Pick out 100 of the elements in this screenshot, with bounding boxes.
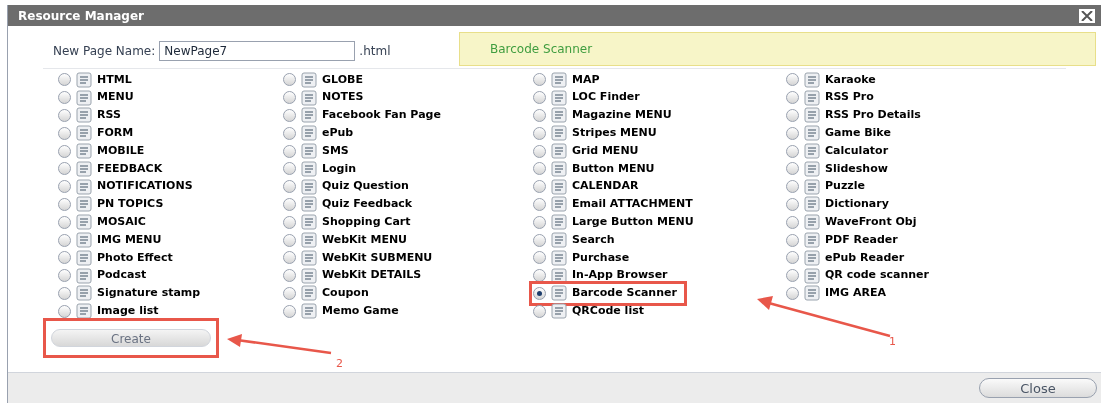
radio-button[interactable] (533, 197, 546, 211)
radio-button[interactable] (786, 215, 799, 229)
radio-button[interactable] (786, 286, 799, 300)
radio-button[interactable] (58, 144, 71, 158)
radio-button[interactable] (533, 180, 546, 194)
radio-button[interactable] (283, 162, 296, 176)
module-label: Puzzle (825, 178, 865, 195)
module-label: LOC Finder (572, 89, 640, 106)
module-label: WebKit MENU (322, 231, 408, 248)
extension-label: .html (359, 43, 391, 60)
module-label: Quiz Question (322, 178, 409, 195)
module-icon (804, 107, 820, 124)
radio-button[interactable] (58, 304, 71, 318)
radio-button[interactable] (283, 73, 296, 87)
module-label: IMG AREA (825, 285, 886, 302)
window-title: Resource Manager (18, 7, 144, 25)
module-icon (551, 160, 567, 177)
radio-button[interactable] (283, 109, 296, 122)
module-icon (301, 125, 317, 142)
radio-button[interactable] (533, 286, 546, 300)
radio-button[interactable] (786, 251, 799, 265)
module-icon (551, 232, 567, 249)
radio-button[interactable] (786, 91, 799, 105)
module-icon (301, 143, 317, 160)
module-label: FEEDBACK (97, 160, 163, 177)
radio-button[interactable] (58, 91, 71, 105)
radio-button[interactable] (283, 269, 296, 283)
module-label: Photo Effect (97, 249, 173, 266)
radio-button[interactable] (283, 91, 296, 105)
radio-button[interactable] (58, 109, 71, 122)
module-label: Calculator (825, 142, 889, 159)
radio-button[interactable] (58, 269, 71, 283)
radio-button[interactable] (533, 126, 546, 140)
module-label: Dictionary (825, 196, 889, 213)
module-label: MENU (97, 89, 134, 106)
module-label: MOBILE (97, 142, 145, 159)
radio-button[interactable] (533, 73, 546, 87)
radio-button[interactable] (58, 126, 71, 140)
module-icon (551, 303, 567, 320)
radio-button[interactable] (786, 162, 799, 176)
radio-button[interactable] (58, 162, 71, 176)
page-name-field[interactable]: NewPage7 (159, 41, 356, 61)
radio-button[interactable] (283, 304, 296, 318)
radio-button[interactable] (533, 162, 546, 176)
module-label: RSS Pro (825, 89, 874, 106)
close-icon[interactable] (1079, 8, 1095, 23)
radio-button[interactable] (786, 180, 799, 194)
module-icon (804, 249, 820, 266)
radio-button[interactable] (786, 144, 799, 158)
radio-button[interactable] (283, 215, 296, 229)
module-label: Game Bike (825, 125, 891, 142)
radio-button[interactable] (533, 233, 546, 247)
module-label: NOTIFICATIONS (97, 178, 193, 195)
module-icon (804, 143, 820, 160)
module-icon (551, 178, 567, 195)
radio-button[interactable] (283, 286, 296, 300)
radio-button[interactable] (786, 233, 799, 247)
module-label: Facebook Fan Page (322, 107, 441, 124)
module-icon (301, 107, 317, 124)
module-icon (301, 71, 317, 88)
radio-button[interactable] (283, 197, 296, 211)
radio-button[interactable] (786, 269, 799, 283)
radio-button[interactable] (283, 233, 296, 247)
create-button[interactable]: Create (51, 329, 211, 348)
module-icon (551, 89, 567, 106)
close-button[interactable]: Close (979, 378, 1097, 398)
module-label: MOSAIC (97, 214, 146, 230)
radio-button[interactable] (58, 233, 71, 247)
radio-button[interactable] (283, 144, 296, 158)
module-label: QR code scanner (825, 267, 929, 284)
radio-button[interactable] (533, 109, 546, 122)
radio-button[interactable] (533, 251, 546, 265)
radio-button[interactable] (283, 126, 296, 140)
radio-button[interactable] (283, 180, 296, 194)
radio-button[interactable] (283, 251, 296, 265)
module-icon (301, 232, 317, 249)
module-label: QRCode list (572, 303, 644, 319)
radio-button[interactable] (533, 91, 546, 105)
module-label: Quiz Feedback (322, 196, 413, 213)
radio-button[interactable] (533, 215, 546, 229)
radio-button[interactable] (58, 251, 71, 265)
module-label: Stripes MENU (572, 125, 657, 142)
module-label: In-App Browser (572, 267, 668, 284)
module-label: Slideshow (825, 160, 888, 177)
radio-button[interactable] (58, 180, 71, 194)
radio-button[interactable] (786, 197, 799, 211)
radio-button[interactable] (786, 109, 799, 122)
radio-button[interactable] (58, 73, 71, 87)
radio-button[interactable] (58, 215, 71, 229)
radio-button[interactable] (58, 197, 71, 211)
radio-button[interactable] (786, 126, 799, 140)
module-icon (804, 125, 820, 142)
module-label: Magazine MENU (572, 107, 672, 124)
module-label: MAP (572, 71, 600, 88)
module-icon (76, 107, 92, 124)
module-icon (301, 285, 317, 302)
module-label: WaveFront Obj (825, 214, 917, 230)
radio-button[interactable] (533, 144, 546, 158)
radio-button[interactable] (58, 286, 71, 300)
radio-button[interactable] (786, 73, 799, 87)
